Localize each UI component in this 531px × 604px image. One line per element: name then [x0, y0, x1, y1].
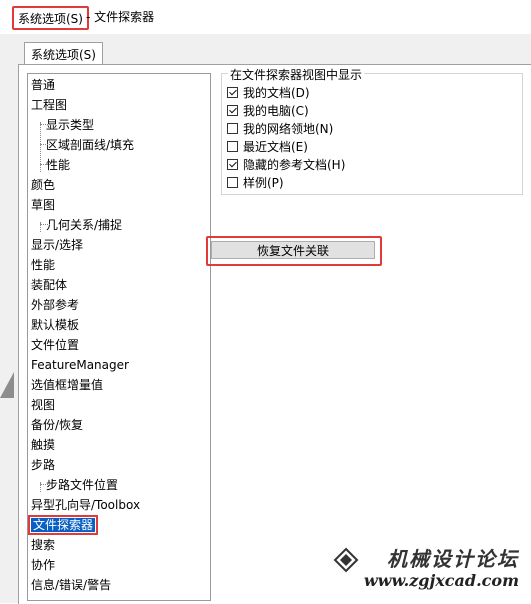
- tree-item[interactable]: 显示/选择: [31, 235, 83, 255]
- checkbox-option[interactable]: 样例(P): [227, 174, 284, 190]
- tab-system-options[interactable]: 系统选项(S): [24, 42, 103, 65]
- title-file-explorer: - 文件探索器: [86, 10, 155, 24]
- checkbox-option[interactable]: 隐藏的参考文档(H): [227, 156, 345, 172]
- tree-item-label: 普通: [31, 78, 56, 92]
- checkbox[interactable]: [227, 176, 238, 188]
- checkbox-option[interactable]: 我的电脑(C): [227, 102, 309, 118]
- checkbox-label: 我的网络领地(N): [243, 121, 334, 136]
- tree-item[interactable]: 异型孔向导/Toolbox: [31, 495, 140, 515]
- tree-item[interactable]: 信息/错误/警告: [31, 575, 111, 595]
- tree-item-label: 性能: [46, 158, 71, 172]
- checkbox-label: 隐藏的参考文档(H): [243, 157, 346, 172]
- tree-item[interactable]: FeatureManager: [31, 355, 129, 375]
- tree-item-label: 草图: [31, 198, 56, 212]
- tree-item-label: 协作: [31, 558, 56, 572]
- tree-item[interactable]: 文件探索器: [28, 515, 99, 535]
- tree-item-label: 文件探索器: [28, 515, 99, 535]
- checkbox-option[interactable]: 最近文档(E): [227, 138, 308, 154]
- checkbox-label: 我的电脑(C): [243, 103, 309, 118]
- checkbox-label: 最近文档(E): [243, 139, 308, 154]
- file-explorer-display-group: 在文件探索器视图中显示 我的文档(D) 我的电脑(C) 我的网络领地(N) 最近文档(…: [221, 66, 523, 195]
- checkbox-label: 样例(P): [243, 175, 284, 190]
- tree-item[interactable]: 性能: [31, 255, 55, 275]
- tree-item[interactable]: 性能: [39, 155, 71, 175]
- tree-item[interactable]: 步路: [31, 455, 55, 475]
- tree-item[interactable]: 几何关系/捕捉: [39, 215, 123, 235]
- tree-item-label: 搜索: [31, 538, 56, 552]
- tree-item[interactable]: 触摸: [31, 435, 55, 455]
- watermark: 机械设计论坛 www.zgjxcad.com: [333, 543, 523, 595]
- tree-item[interactable]: 区域剖面线/填充: [39, 135, 135, 155]
- checkbox[interactable]: [227, 104, 238, 116]
- tree-item[interactable]: 装配体: [31, 275, 67, 295]
- tree-item[interactable]: 协作: [31, 555, 55, 575]
- tree-item[interactable]: 显示类型: [39, 115, 95, 135]
- tree-item-label: 触摸: [31, 438, 56, 452]
- tree-item-label: 几何关系/捕捉: [46, 218, 123, 232]
- tree-item-label: 显示/选择: [31, 238, 84, 252]
- restore-file-associations-label: 恢复文件关联: [256, 243, 329, 258]
- tree-item[interactable]: 选值框增量值: [31, 375, 103, 395]
- title-system-options-highlight: 系统选项(S): [12, 6, 89, 30]
- title-bar: 系统选项(S) - 文件探索器: [0, 0, 531, 34]
- checkbox[interactable]: [227, 158, 238, 170]
- tree-item[interactable]: 步路文件位置: [39, 475, 119, 495]
- tree-item-label: 信息/错误/警告: [31, 578, 112, 592]
- tree-item-label: 步路文件位置: [46, 478, 119, 492]
- group-title: 在文件探索器视图中显示: [228, 66, 365, 83]
- tree-item[interactable]: 草图: [31, 195, 55, 215]
- background-shape: [0, 372, 14, 398]
- tree-item[interactable]: 备份/恢复: [31, 415, 83, 435]
- tree-item[interactable]: 普通: [31, 75, 55, 95]
- tree-item-label: FeatureManager: [31, 358, 129, 372]
- reset-button-highlight: 恢复文件关联: [206, 236, 382, 266]
- tree-item-label: 工程图: [31, 98, 68, 112]
- tree-item-label: 视图: [31, 398, 56, 412]
- tree-item[interactable]: 外部参考: [31, 295, 79, 315]
- tree-item-label: 装配体: [31, 278, 68, 292]
- tree-item[interactable]: 视图: [31, 395, 55, 415]
- tree-item-label: 颜色: [31, 178, 56, 192]
- checkbox-label: 我的文档(D): [243, 85, 310, 100]
- tree-item[interactable]: 工程图: [31, 95, 67, 115]
- tab-label: 系统选项(S): [31, 47, 96, 62]
- title-system-options: 系统选项(S): [18, 11, 83, 26]
- checkbox[interactable]: [227, 140, 238, 152]
- tree-item-label: 选值框增量值: [31, 378, 104, 392]
- tree-item[interactable]: 颜色: [31, 175, 55, 195]
- checkbox[interactable]: [227, 86, 238, 98]
- tree-item-label: 区域剖面线/填充: [46, 138, 135, 152]
- watermark-title: 机械设计论坛: [387, 547, 519, 571]
- tree-item[interactable]: 搜索: [31, 535, 55, 555]
- tree-item[interactable]: 默认模板: [31, 315, 79, 335]
- checkbox[interactable]: [227, 122, 238, 134]
- restore-file-associations-button[interactable]: 恢复文件关联: [211, 241, 375, 259]
- tree-item-label: 外部参考: [31, 298, 80, 312]
- checkbox-option[interactable]: 我的文档(D): [227, 84, 310, 100]
- tree-item-label: 性能: [31, 258, 56, 272]
- tree-item-label: 文件位置: [31, 338, 80, 352]
- forum-logo-icon: [333, 547, 359, 573]
- watermark-url: www.zgjxcad.com: [363, 571, 519, 590]
- options-dialog: 系统选项(S) 普通 工程图 显示类型 区域剖面线/填充 性能 颜色 草图 几何关系/捕捉 显示…: [0, 34, 531, 604]
- tree-item[interactable]: 文件位置: [31, 335, 79, 355]
- tree-item-label: 默认模板: [31, 318, 80, 332]
- checkbox-option[interactable]: 我的网络领地(N): [227, 120, 333, 136]
- options-panel: 普通 工程图 显示类型 区域剖面线/填充 性能 颜色 草图 几何关系/捕捉 显示/选择 性能 装配体…: [18, 64, 531, 604]
- options-tree[interactable]: 普通 工程图 显示类型 区域剖面线/填充 性能 颜色 草图 几何关系/捕捉 显示/选择 性能 装配体…: [27, 73, 211, 601]
- tree-item-label: 步路: [31, 458, 56, 472]
- tree-item-label: 显示类型: [46, 118, 95, 132]
- tree-item-label: 异型孔向导/Toolbox: [31, 498, 141, 512]
- tree-item-label: 备份/恢复: [31, 418, 84, 432]
